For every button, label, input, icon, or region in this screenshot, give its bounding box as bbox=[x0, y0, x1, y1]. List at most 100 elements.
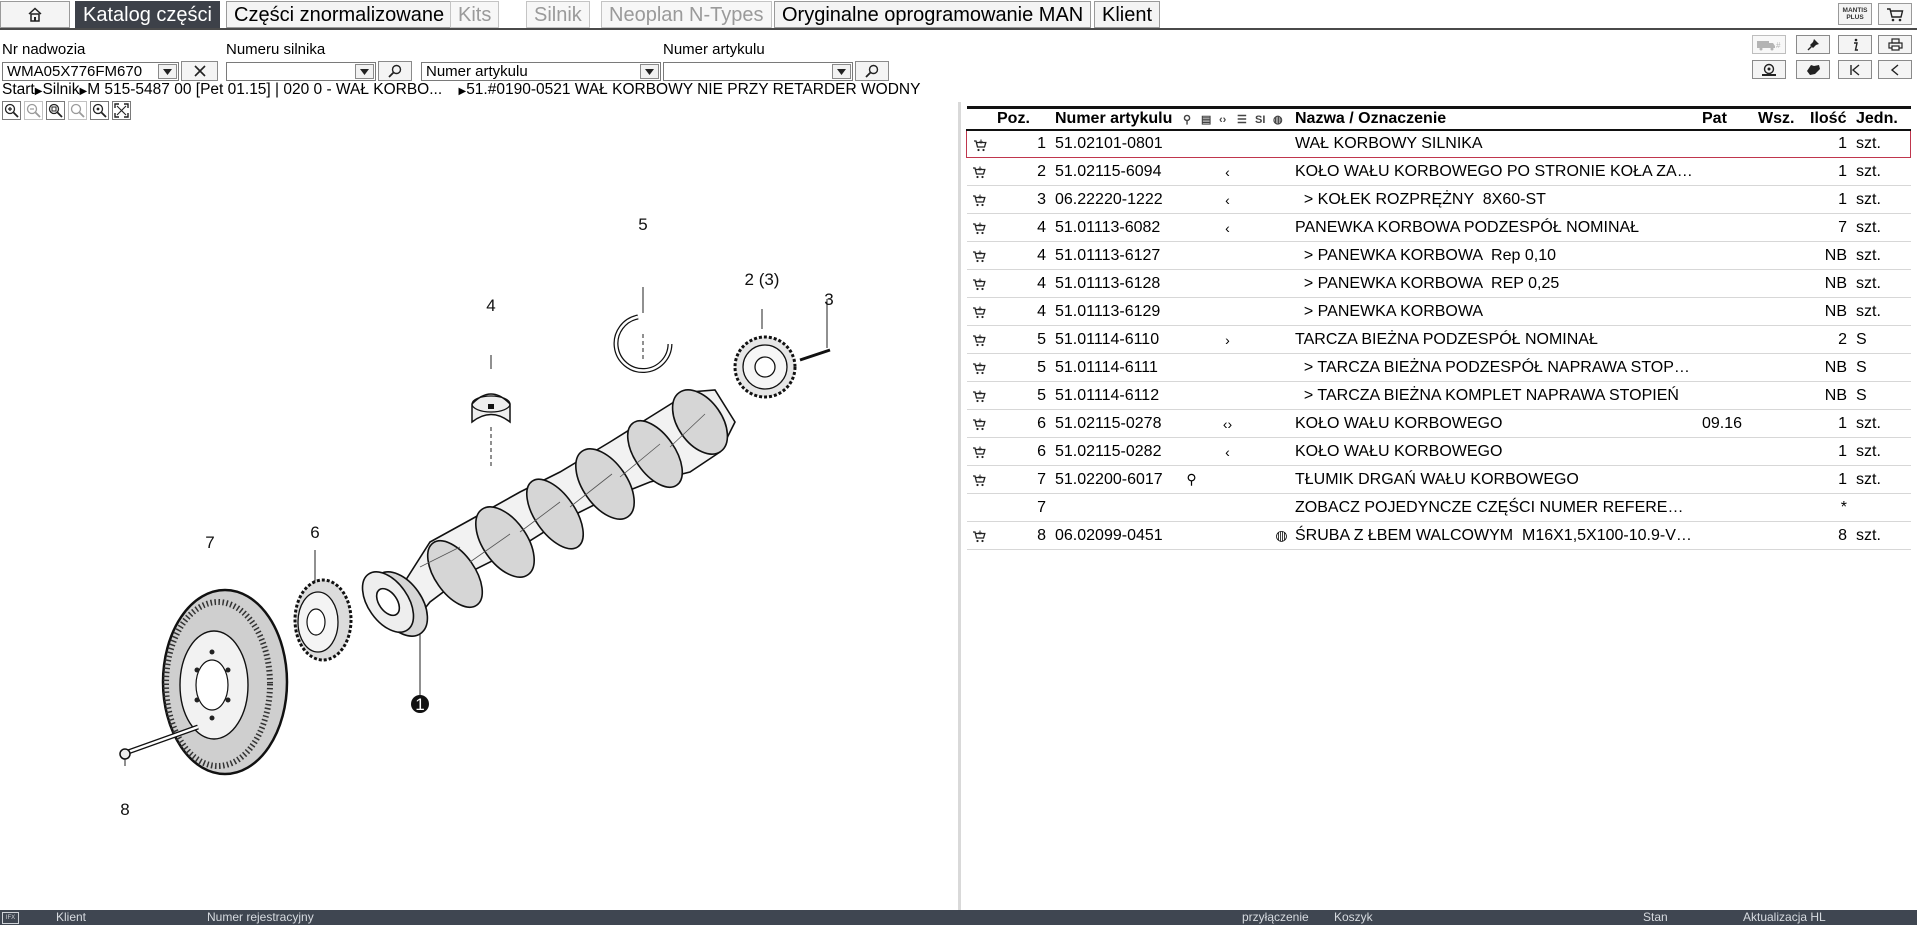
exploded-parts-drawing[interactable]: 1 2 (3) 3 4 5 6 7 8 bbox=[0, 122, 958, 912]
callout-6[interactable]: 6 bbox=[310, 523, 319, 542]
tab-standard-parts[interactable]: Części znormalizowane bbox=[226, 1, 453, 28]
table-row[interactable]: 8 06.02099-0451 ◍ ŚRUBA Z ŁBEM WALCOWYM M16… bbox=[966, 521, 1911, 550]
table-row[interactable]: 5 51.01114-6110 › TARCZA BIEŻNA PODZESPÓŁ N… bbox=[966, 325, 1911, 354]
table-row[interactable]: 2 51.02115-6094 ‹ KOŁO WAŁU KORBOWEGO PO ST… bbox=[966, 157, 1911, 186]
col-qty-header[interactable]: Ilość bbox=[1805, 106, 1852, 131]
service-button[interactable] bbox=[1752, 60, 1786, 79]
add-to-cart-icon[interactable] bbox=[972, 166, 986, 179]
chevron-down-icon[interactable] bbox=[832, 64, 851, 79]
chassis-number-combo[interactable]: WMA05X776FM670 bbox=[2, 62, 179, 81]
add-to-cart-icon[interactable] bbox=[972, 194, 986, 207]
search-type-select[interactable]: Numer artykulu bbox=[421, 62, 661, 81]
mantis-plus-button[interactable]: MANTIS PLUS bbox=[1838, 3, 1872, 25]
col-article-header[interactable]: Numer artykulu bbox=[1050, 106, 1183, 131]
zoom-reset-button[interactable] bbox=[90, 101, 109, 120]
engine-number-combo[interactable] bbox=[226, 62, 376, 81]
add-to-basket-cell[interactable] bbox=[966, 297, 993, 326]
hand-button[interactable] bbox=[1796, 60, 1830, 79]
zoom-in-button[interactable] bbox=[2, 101, 21, 120]
add-to-basket-cell[interactable] bbox=[966, 465, 993, 494]
add-to-basket-cell[interactable] bbox=[966, 437, 993, 466]
add-to-basket-cell[interactable] bbox=[966, 129, 993, 158]
crankshaft-part[interactable] bbox=[352, 380, 739, 646]
article-number-combo[interactable] bbox=[663, 62, 853, 81]
table-row[interactable]: 4 51.01113-6128 > PANEWKA KORBOWA REP 0,2… bbox=[966, 269, 1911, 298]
add-to-basket-cell[interactable] bbox=[966, 353, 993, 382]
add-to-basket-cell[interactable] bbox=[966, 521, 993, 550]
table-row[interactable]: 5 51.01114-6112 > TARCZA BIEŻNA KOMPLET N… bbox=[966, 381, 1911, 410]
tab-engine[interactable]: Silnik bbox=[526, 1, 590, 28]
add-to-cart-icon[interactable] bbox=[972, 474, 986, 487]
table-row[interactable]: 7 51.02200-6017 ⚲ TŁUMIK DRGAŃ WAŁU KORBOWE… bbox=[966, 465, 1911, 494]
chevron-down-icon[interactable] bbox=[640, 64, 659, 79]
pin-button[interactable] bbox=[1796, 35, 1830, 54]
table-row[interactable]: 7 ZOBACZ POJEDYNCZE CZĘŚCI NUMER REFERENC… bbox=[966, 493, 1911, 522]
search-article-button[interactable] bbox=[855, 61, 889, 81]
col-wsz-header[interactable]: Wsz. bbox=[1753, 106, 1806, 131]
tab-client[interactable]: Klient bbox=[1094, 1, 1161, 28]
add-to-cart-icon[interactable] bbox=[972, 390, 986, 403]
add-to-cart-icon[interactable] bbox=[972, 362, 986, 375]
dowel-pin-part[interactable] bbox=[799, 348, 831, 362]
add-to-basket-cell[interactable] bbox=[966, 325, 993, 354]
table-row[interactable]: 3 06.22220-1222 ‹ > KOŁEK ROZPRĘŻNY 8X60-S… bbox=[966, 185, 1911, 214]
table-row[interactable]: 4 51.01113-6127 > PANEWKA KORBOWA Rep 0,1… bbox=[966, 241, 1911, 270]
table-row[interactable]: 1 51.02101-0801 WAŁ KORBOWY SILNIKA 1 szt. bbox=[966, 129, 1911, 158]
tab-parts-catalog[interactable]: Katalog części bbox=[75, 1, 220, 28]
basket-button[interactable] bbox=[1878, 3, 1912, 25]
add-to-cart-icon[interactable] bbox=[973, 139, 987, 152]
add-to-cart-icon[interactable] bbox=[972, 306, 986, 319]
add-to-basket-cell[interactable] bbox=[966, 381, 993, 410]
zoom-previous-button[interactable] bbox=[68, 101, 87, 120]
add-to-cart-icon[interactable] bbox=[972, 278, 986, 291]
callout-1[interactable]: 1 bbox=[415, 695, 424, 714]
add-to-cart-icon[interactable] bbox=[972, 222, 986, 235]
col-unit-header[interactable]: Jedn. bbox=[1851, 106, 1911, 131]
tab-neoplan[interactable]: Neoplan N-Types bbox=[601, 1, 772, 28]
add-to-cart-icon[interactable] bbox=[972, 446, 986, 459]
timing-gear-part[interactable] bbox=[293, 578, 353, 662]
col-pat-header[interactable]: Pat bbox=[1697, 106, 1754, 131]
clear-chassis-button[interactable] bbox=[181, 61, 218, 81]
back-button[interactable] bbox=[1878, 60, 1912, 79]
first-page-button[interactable] bbox=[1838, 60, 1872, 79]
callout-7[interactable]: 7 bbox=[205, 533, 214, 552]
table-row[interactable]: 6 51.02115-0282 ‹ KOŁO WAŁU KORBOWEGO 1 szt. bbox=[966, 437, 1911, 466]
chevron-down-icon[interactable] bbox=[158, 64, 177, 79]
col-name-header[interactable]: Nazwa / Oznaczenie bbox=[1290, 106, 1698, 131]
home-button[interactable] bbox=[0, 1, 70, 28]
table-row[interactable]: 5 51.01114-6111 > TARCZA BIEŻNA PODZESPÓŁ… bbox=[966, 353, 1911, 382]
add-to-basket-cell[interactable] bbox=[966, 241, 993, 270]
truck-number-button[interactable]: # bbox=[1752, 35, 1786, 54]
add-to-basket-cell[interactable] bbox=[966, 185, 993, 214]
pane-splitter[interactable] bbox=[958, 102, 961, 910]
add-to-cart-icon[interactable] bbox=[972, 334, 986, 347]
col-position-header[interactable]: Poz. bbox=[992, 106, 1051, 131]
search-engine-button[interactable] bbox=[378, 61, 412, 81]
add-to-basket-cell[interactable] bbox=[966, 157, 993, 186]
tab-kits[interactable]: Kits bbox=[450, 1, 500, 28]
add-to-cart-icon[interactable] bbox=[972, 250, 986, 263]
table-row[interactable]: 4 51.01113-6082 ‹ PANEWKA KORBOWA PODZESPÓŁ… bbox=[966, 213, 1911, 242]
zoom-area-button[interactable] bbox=[46, 101, 65, 120]
callout-2-3[interactable]: 2 (3) bbox=[745, 270, 780, 289]
callout-4[interactable]: 4 bbox=[486, 296, 495, 315]
callout-3[interactable]: 3 bbox=[824, 290, 833, 309]
breadcrumb-level-group[interactable]: M 515-5487 00 [Pet 01.15] | 020 0 - WAŁ … bbox=[87, 81, 442, 98]
breadcrumb-start[interactable]: Start bbox=[2, 81, 35, 98]
info-button[interactable] bbox=[1838, 35, 1872, 54]
vibration-damper-part[interactable] bbox=[161, 588, 289, 776]
breadcrumb-level-engine[interactable]: Silnik bbox=[42, 81, 79, 98]
crank-gear-part[interactable] bbox=[733, 335, 797, 399]
table-row[interactable]: 4 51.01113-6129 > PANEWKA KORBOWA NB szt. bbox=[966, 297, 1911, 326]
add-to-basket-cell[interactable] bbox=[966, 409, 993, 438]
add-to-basket-cell[interactable] bbox=[966, 269, 993, 298]
zoom-out-button[interactable] bbox=[24, 101, 43, 120]
tab-original-software[interactable]: Oryginalne oprogramowanie MAN bbox=[774, 1, 1092, 28]
callout-5[interactable]: 5 bbox=[638, 215, 647, 234]
table-row[interactable]: 6 51.02115-0278 ‹› KOŁO WAŁU KORBOWEGO 09.16… bbox=[966, 409, 1911, 438]
add-to-cart-icon[interactable] bbox=[972, 418, 986, 431]
fit-to-window-button[interactable] bbox=[112, 101, 131, 120]
callout-8[interactable]: 8 bbox=[120, 800, 129, 819]
add-to-cart-icon[interactable] bbox=[972, 530, 986, 543]
